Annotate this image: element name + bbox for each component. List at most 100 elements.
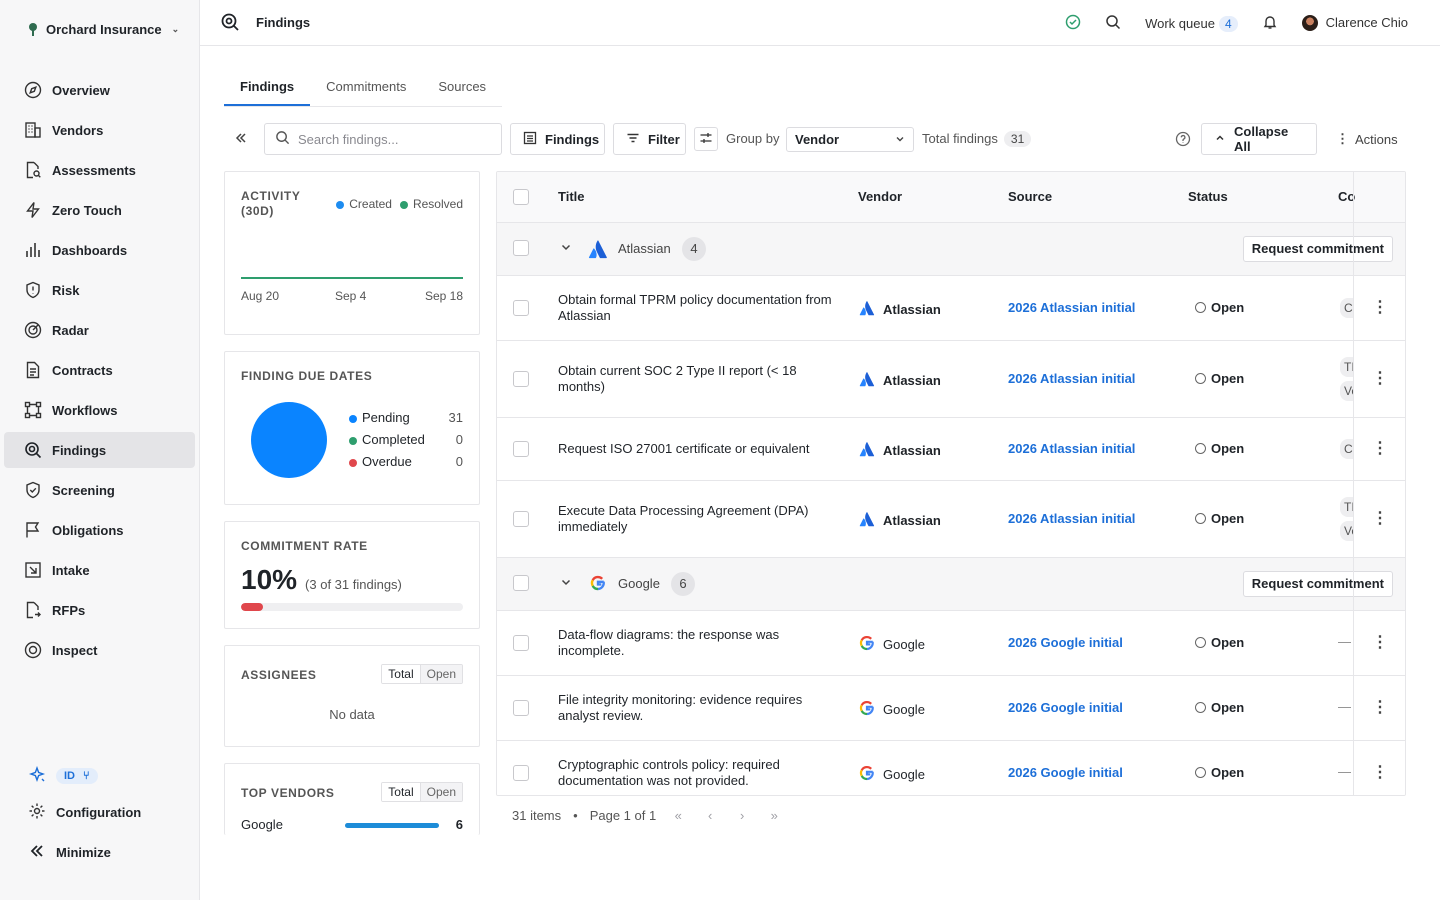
row-menu-button[interactable]: ⋮ — [1372, 438, 1388, 458]
status-check-icon[interactable] — [1065, 14, 1081, 33]
row-menu-button[interactable]: ⋮ — [1372, 508, 1388, 528]
sidebar-item-workflows[interactable]: Workflows — [4, 392, 195, 428]
source-link[interactable]: 2026 Atlassian initial — [1008, 371, 1135, 386]
last-page-icon[interactable]: » — [764, 808, 784, 823]
search-input[interactable] — [298, 131, 488, 147]
atlassian-logo-icon — [588, 239, 608, 262]
finding-title[interactable]: Request ISO 27001 certificate or equival… — [558, 441, 838, 457]
assignees-open-tab[interactable]: Open — [420, 665, 462, 683]
row-checkbox[interactable] — [513, 511, 529, 527]
prev-page-icon[interactable]: ‹ — [700, 808, 720, 823]
collapse-panel-button[interactable] — [234, 129, 248, 150]
sidebar-item-risk[interactable]: Risk — [4, 272, 195, 308]
group-by-select[interactable]: Vendor — [786, 127, 914, 152]
chevron-down-icon[interactable] — [560, 576, 572, 591]
activity-panel: ACTIVITY (30D) Created Resolved Aug 20 S… — [224, 171, 480, 335]
filter-button[interactable]: Filter — [613, 123, 686, 155]
sidebar-item-screening[interactable]: Screening — [4, 472, 195, 508]
sidebar-item-findings[interactable]: Findings — [4, 432, 195, 468]
configuration-link[interactable]: Configuration — [0, 792, 200, 832]
row-menu-button[interactable]: ⋮ — [1372, 368, 1388, 388]
sidebar-item-vendors[interactable]: Vendors — [4, 112, 195, 148]
chevron-down-icon[interactable] — [560, 241, 572, 256]
row-checkbox[interactable] — [513, 700, 529, 716]
minimize-button[interactable]: Minimize — [0, 832, 200, 872]
finding-title[interactable]: Data-flow diagrams: the response was inc… — [558, 627, 838, 659]
source-link[interactable]: 2026 Google initial — [1008, 635, 1123, 650]
first-page-icon[interactable]: « — [668, 808, 688, 823]
table-row[interactable]: Request ISO 27001 certificate or equival… — [497, 418, 1405, 481]
row-checkbox[interactable] — [513, 765, 529, 781]
row-menu-button[interactable]: ⋮ — [1372, 762, 1388, 782]
sidebar-item-contracts[interactable]: Contracts — [4, 352, 195, 388]
sidebar-item-intake[interactable]: Intake — [4, 552, 195, 588]
group-checkbox[interactable] — [513, 575, 529, 591]
sidebar-item-obligations[interactable]: Obligations — [4, 512, 195, 548]
collapse-all-button[interactable]: Collapse All — [1201, 123, 1317, 155]
actions-button[interactable]: ⋮ Actions — [1336, 131, 1398, 147]
status-label: Open — [1211, 371, 1245, 386]
top-vendors-total-tab[interactable]: Total — [382, 783, 421, 801]
row-menu-button[interactable]: ⋮ — [1372, 632, 1388, 652]
sidebar-item-label: Risk — [52, 282, 80, 298]
tab-findings[interactable]: Findings — [224, 70, 311, 106]
col-vendor[interactable]: Vendor — [858, 189, 902, 204]
group-row-google[interactable]: Google 6 Request commitment — [497, 558, 1405, 611]
row-checkbox[interactable] — [513, 371, 529, 387]
row-checkbox[interactable] — [513, 441, 529, 457]
col-status[interactable]: Status — [1188, 189, 1228, 204]
table-row[interactable]: Obtain formal TPRM policy documentation … — [497, 276, 1405, 341]
org-switcher[interactable]: Orchard Insurance ⌄ — [28, 22, 179, 37]
help-icon[interactable] — [1175, 131, 1191, 150]
bell-icon[interactable] — [1262, 14, 1278, 33]
top-vendors-open-tab[interactable]: Open — [420, 783, 462, 801]
col-source[interactable]: Source — [1008, 189, 1052, 204]
tab-commitments[interactable]: Commitments — [310, 70, 422, 106]
source-link[interactable]: 2026 Atlassian initial — [1008, 511, 1135, 526]
group-toggle-button[interactable] — [694, 127, 718, 151]
id-badge[interactable]: ID ⑂ — [56, 768, 98, 784]
row-checkbox[interactable] — [513, 635, 529, 651]
finding-title[interactable]: Execute Data Processing Agreement (DPA) … — [558, 503, 838, 535]
finding-title[interactable]: File integrity monitoring: evidence requ… — [558, 692, 838, 724]
table-row[interactable]: Data-flow diagrams: the response was inc… — [497, 611, 1405, 676]
sidebar-item-dashboards[interactable]: Dashboards — [4, 232, 195, 268]
work-queue-button[interactable]: Work queue 4 — [1145, 15, 1238, 32]
sidebar-item-overview[interactable]: Overview — [4, 72, 195, 108]
next-page-icon[interactable]: › — [732, 808, 752, 823]
row-checkbox[interactable] — [513, 300, 529, 316]
row-menu-button[interactable]: ⋮ — [1372, 697, 1388, 717]
due-dates-panel: FINDING DUE DATES Pending 31 Completed 0 O… — [224, 351, 480, 505]
source-link[interactable]: 2026 Atlassian initial — [1008, 441, 1135, 456]
actions-label: Actions — [1355, 131, 1398, 147]
status-cell: Open — [1195, 441, 1244, 456]
finding-title[interactable]: Obtain formal TPRM policy documentation … — [558, 292, 838, 324]
group-checkbox[interactable] — [513, 240, 529, 256]
finding-title[interactable]: Cryptographic controls policy: required … — [558, 757, 838, 789]
sidebar-item-assessments[interactable]: Assessments — [4, 152, 195, 188]
col-title[interactable]: Title — [558, 189, 585, 204]
sidebar-item-radar[interactable]: Radar — [4, 312, 195, 348]
source-link[interactable]: 2026 Google initial — [1008, 765, 1123, 780]
search-icon[interactable] — [1105, 14, 1121, 33]
request-commitment-button[interactable]: Request commitment — [1242, 236, 1393, 262]
group-row-atlassian[interactable]: Atlassian 4 Request commitment — [497, 223, 1405, 276]
table-row[interactable]: Obtain current SOC 2 Type II report (< 1… — [497, 341, 1405, 418]
sidebar-item-zero-touch[interactable]: Zero Touch — [4, 192, 195, 228]
source-link[interactable]: 2026 Google initial — [1008, 700, 1123, 715]
user-menu[interactable]: Clarence Chio — [1301, 15, 1408, 32]
sidebar-item-rfps[interactable]: RFPs — [4, 592, 195, 628]
table-row[interactable]: File integrity monitoring: evidence requ… — [497, 676, 1405, 741]
row-menu-button[interactable]: ⋮ — [1372, 297, 1388, 317]
id-row[interactable]: ID ⑂ — [0, 760, 200, 792]
table-row[interactable]: Execute Data Processing Agreement (DPA) … — [497, 481, 1405, 558]
assignees-total-tab[interactable]: Total — [382, 665, 421, 683]
select-all-checkbox[interactable] — [513, 189, 529, 205]
source-link[interactable]: 2026 Atlassian initial — [1008, 300, 1135, 315]
request-commitment-button[interactable]: Request commitment — [1242, 571, 1393, 597]
tab-sources[interactable]: Sources — [422, 70, 502, 106]
table-row[interactable]: Cryptographic controls policy: required … — [497, 741, 1405, 795]
findings-view-button[interactable]: Findings — [510, 123, 605, 155]
finding-title[interactable]: Obtain current SOC 2 Type II report (< 1… — [558, 363, 838, 395]
sidebar-item-inspect[interactable]: Inspect — [4, 632, 195, 668]
